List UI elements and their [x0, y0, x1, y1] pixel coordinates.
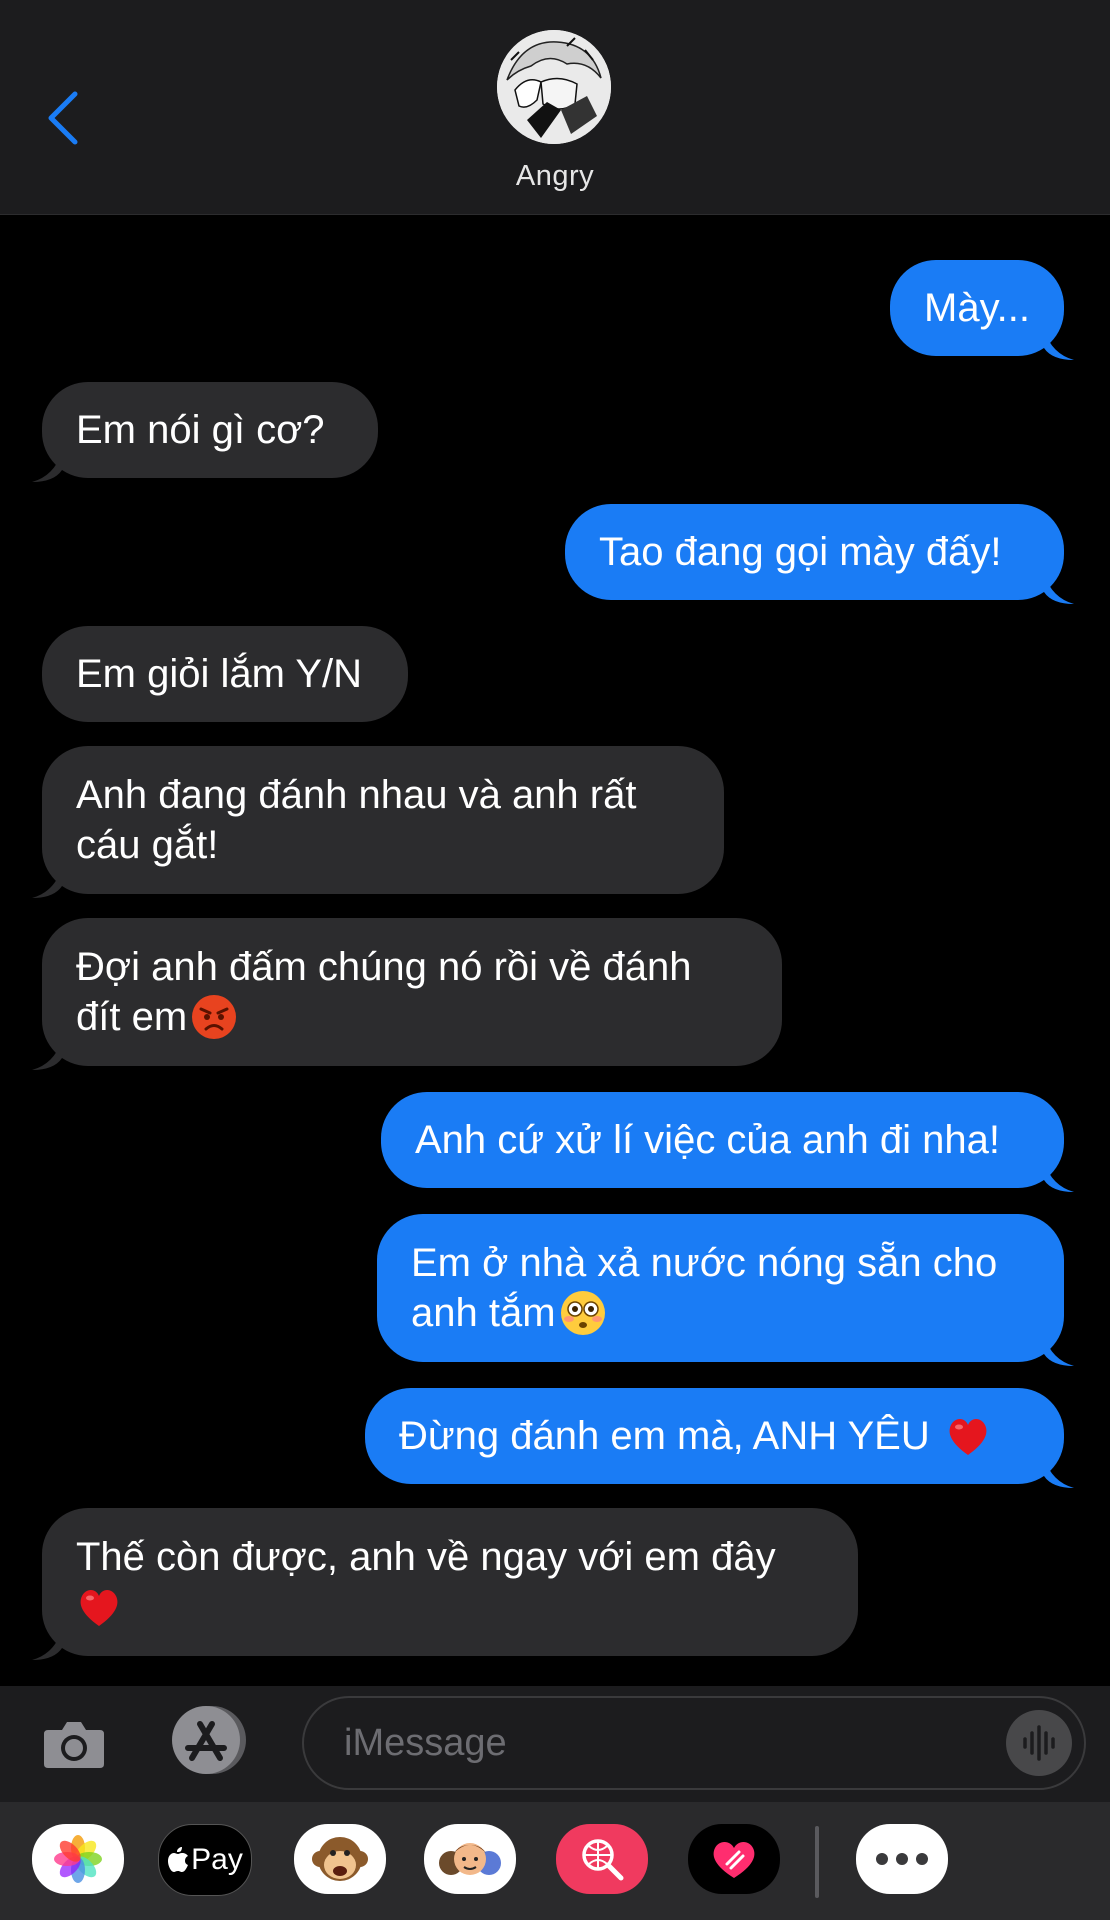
- message-text: Anh đang đánh nhau và anh rất cáu gắt!: [76, 773, 637, 867]
- message-bubble-sent[interactable]: Em ở nhà xả nước nóng sẵn cho anh tắm: [377, 1214, 1074, 1366]
- camera-icon: [44, 1722, 104, 1768]
- apple-pay-button[interactable]: Pay: [158, 1824, 252, 1896]
- drawer-divider: [815, 1826, 819, 1898]
- message-bubble-received[interactable]: Đợi anh đấm chúng nó rồi về đánh đít em: [32, 918, 782, 1070]
- message-bubble-sent[interactable]: Đừng đánh em mà, ANH YÊU: [365, 1388, 1074, 1488]
- monkey-face-icon: [312, 1837, 368, 1881]
- globe-search-icon: [582, 1839, 624, 1881]
- app-drawer: Pay: [0, 1802, 1110, 1920]
- more-apps-button[interactable]: [856, 1824, 948, 1894]
- contact-avatar[interactable]: [497, 30, 611, 144]
- angry-face-icon: [192, 995, 237, 1039]
- message-text: Em nói gì cơ?: [76, 408, 325, 452]
- apple-logo-icon: [168, 1847, 189, 1872]
- animoji-button[interactable]: [294, 1824, 386, 1894]
- message-input[interactable]: iMessage: [302, 1696, 1086, 1790]
- message-text: Anh cứ xử lí việc của anh đi nha!: [415, 1118, 1000, 1162]
- message-content: Em ở nhà xả nước nóng sẵn cho anh tắm: [411, 1238, 997, 1338]
- images-search-button[interactable]: [556, 1824, 648, 1894]
- digital-touch-button[interactable]: [688, 1824, 780, 1894]
- message-bubble-received[interactable]: Em giỏi lắm Y/N: [42, 626, 408, 722]
- memoji-stickers-button[interactable]: [424, 1824, 516, 1894]
- message-bubble-received[interactable]: Thế còn được, anh về ngay với em đây: [32, 1508, 858, 1660]
- apple-pay-label: Pay: [191, 1843, 243, 1876]
- waveform-icon: [1023, 1725, 1055, 1761]
- photos-app-button[interactable]: [32, 1824, 124, 1894]
- message-content: Thế còn được, anh về ngay với em đây: [76, 1532, 776, 1632]
- message-text: Đừng đánh em mà, ANH YÊU: [399, 1414, 941, 1458]
- message-bubble-sent[interactable]: Tao đang gọi mày đấy!: [565, 504, 1074, 604]
- message-bubble-sent[interactable]: Anh cứ xử lí việc của anh đi nha!: [381, 1092, 1074, 1192]
- message-text: Mày...: [924, 286, 1030, 330]
- red-heart-icon: [80, 1590, 118, 1626]
- app-store-button[interactable]: [168, 1704, 254, 1776]
- message-bubble-received[interactable]: Em nói gì cơ?: [32, 382, 378, 482]
- chevron-left-icon: [48, 91, 78, 145]
- message-content: Đợi anh đấm chúng nó rồi về đánh đít em: [76, 942, 692, 1042]
- back-button[interactable]: [38, 88, 88, 148]
- photos-icon: [54, 1835, 102, 1883]
- message-content: Đừng đánh em mà, ANH YÊU: [399, 1411, 991, 1461]
- memoji-icon: [439, 1843, 501, 1875]
- heart-touch-icon: [713, 1842, 755, 1878]
- camera-button[interactable]: [42, 1712, 106, 1776]
- app-store-icon: [172, 1706, 246, 1774]
- message-input-placeholder: iMessage: [344, 1722, 507, 1764]
- compose-bar: iMessage: [0, 1686, 1110, 1802]
- message-bubble-sent[interactable]: Mày...: [890, 260, 1074, 360]
- red-heart-icon: [949, 1419, 987, 1455]
- conversation-header: Angry: [0, 0, 1110, 215]
- ellipsis-icon: [876, 1853, 928, 1865]
- message-text: Tao đang gọi mày đấy!: [599, 530, 1002, 574]
- message-text: Đợi anh đấm chúng nó rồi về đánh đít em: [76, 945, 692, 1039]
- contact-name[interactable]: Angry: [0, 160, 1110, 193]
- flushed-face-icon: [560, 1291, 605, 1335]
- audio-message-button[interactable]: [1006, 1710, 1072, 1776]
- message-bubble-received[interactable]: Anh đang đánh nhau và anh rất cáu gắt!: [32, 746, 724, 898]
- message-text: Em giỏi lắm Y/N: [76, 652, 363, 696]
- message-text: Thế còn được, anh về ngay với em đây: [76, 1535, 776, 1579]
- message-text: Em ở nhà xả nước nóng sẵn cho anh tắm: [411, 1241, 998, 1335]
